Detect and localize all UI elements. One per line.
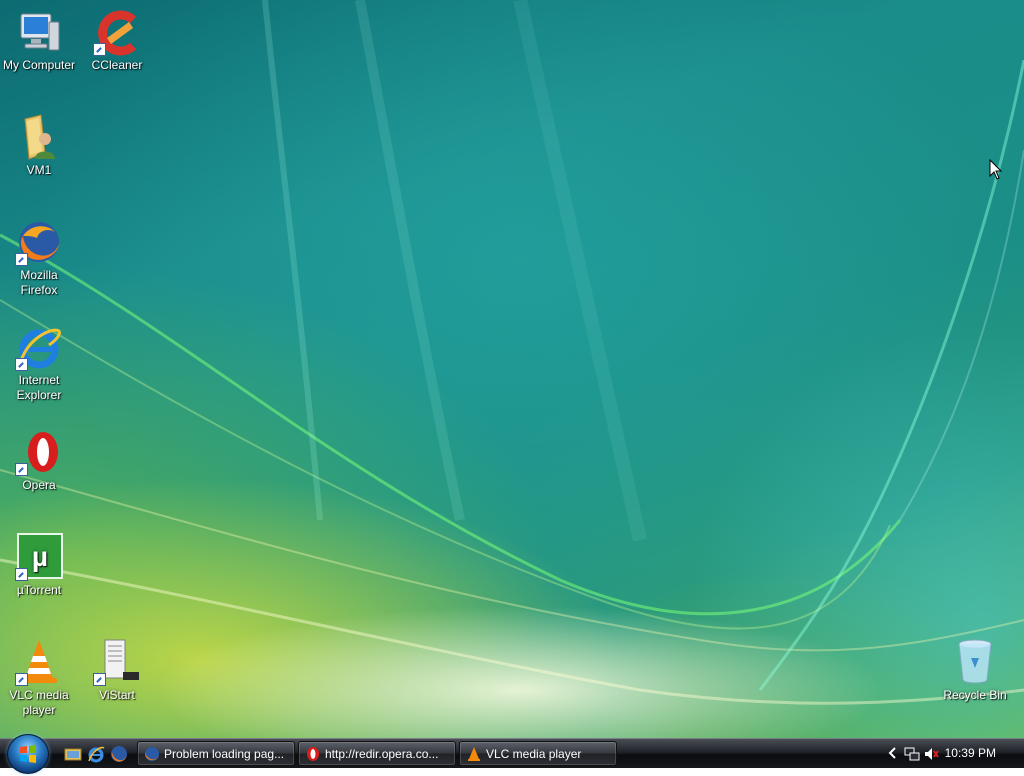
mouse-cursor-icon xyxy=(989,159,1003,180)
desktop-icon-vm1[interactable]: VM1 xyxy=(1,113,77,178)
firefox-icon xyxy=(15,218,63,266)
volume-muted-icon[interactable] xyxy=(923,746,939,762)
desktop-icon-internet-explorer[interactable]: Internet Explorer xyxy=(1,323,77,403)
desktop-icon-label: VM1 xyxy=(26,163,52,177)
shortcut-arrow-icon xyxy=(15,358,28,371)
taskbar-button-vlc[interactable]: VLC media player xyxy=(459,741,617,766)
desktop-icon-label: CCleaner xyxy=(91,58,143,72)
shortcut-arrow-icon xyxy=(15,463,28,476)
start-button[interactable] xyxy=(7,734,49,774)
desktop-icon-label: VLC media player xyxy=(9,688,69,717)
opera-icon xyxy=(15,428,63,476)
vlc-icon xyxy=(468,747,480,761)
desktop-icon-my-computer[interactable]: My Computer xyxy=(1,8,77,73)
shortcut-arrow-icon xyxy=(15,568,28,581)
shortcut-arrow-icon xyxy=(15,673,28,686)
desktop-icon-utorrent[interactable]: µ µTorrent xyxy=(1,533,77,598)
quick-launch-show-desktop[interactable] xyxy=(64,745,82,763)
clock[interactable]: 10:39 PM xyxy=(945,746,996,760)
taskbar-button-opera[interactable]: http://redir.opera.co... xyxy=(298,741,456,766)
wallpaper-waves xyxy=(0,0,1024,705)
desktop-icon-label: Opera xyxy=(22,478,56,492)
quick-launch-firefox[interactable] xyxy=(110,745,128,763)
taskbar-button-label: http://redir.opera.co... xyxy=(325,747,439,761)
opera-icon xyxy=(307,747,319,761)
desktop-icon-recycle-bin[interactable]: Recycle Bin xyxy=(937,638,1013,703)
taskbar-button-label: Problem loading pag... xyxy=(164,747,285,761)
show-hidden-icons-arrow-icon[interactable] xyxy=(887,747,897,759)
desktop-icon-label: µTorrent xyxy=(16,583,62,597)
quick-launch-internet-explorer[interactable] xyxy=(87,745,105,763)
firefox-icon xyxy=(145,747,159,761)
desktop-icon-label: Recycle Bin xyxy=(943,688,1007,702)
taskbar: Problem loading pag... http://redir.oper… xyxy=(0,734,1024,774)
desktop-icon-vlc-media-player[interactable]: VLC media player xyxy=(1,638,77,718)
system-tray: 10:39 PM xyxy=(879,739,1024,768)
network-icon[interactable] xyxy=(904,746,920,762)
internet-explorer-icon xyxy=(88,746,105,763)
taskbar-button-label: VLC media player xyxy=(486,747,582,761)
user-folder-icon xyxy=(15,113,63,161)
utorrent-icon: µ xyxy=(15,533,63,581)
ccleaner-icon xyxy=(93,8,141,56)
desktop-icon-label: My Computer xyxy=(2,58,76,72)
svg-text:µ: µ xyxy=(32,541,48,572)
windows-logo-icon xyxy=(20,745,36,763)
recycle-bin-icon xyxy=(951,638,999,686)
taskbar-button-firefox[interactable]: Problem loading pag... xyxy=(137,741,295,766)
firefox-icon xyxy=(111,746,127,762)
desktop-background[interactable]: My Computer CCleaner VM1 Mozilla Firefox… xyxy=(0,0,1024,738)
desktop-icon-vistart[interactable]: ViStart xyxy=(79,638,155,703)
desktop-icon-label: ViStart xyxy=(99,688,135,702)
shortcut-arrow-icon xyxy=(93,673,106,686)
desktop-icon-mozilla-firefox[interactable]: Mozilla Firefox xyxy=(1,218,77,298)
vistart-icon xyxy=(93,638,141,686)
shortcut-arrow-icon xyxy=(93,43,106,56)
internet-explorer-icon xyxy=(15,323,63,371)
desktop-icon-label: Mozilla Firefox xyxy=(20,268,58,297)
computer-icon xyxy=(15,8,63,56)
vlc-icon xyxy=(15,638,63,686)
desktop-icon-label: Internet Explorer xyxy=(16,373,62,402)
shortcut-arrow-icon xyxy=(15,253,28,266)
show-desktop-icon xyxy=(64,748,82,761)
desktop-icon-ccleaner[interactable]: CCleaner xyxy=(79,8,155,73)
desktop-icon-opera[interactable]: Opera xyxy=(1,428,77,493)
